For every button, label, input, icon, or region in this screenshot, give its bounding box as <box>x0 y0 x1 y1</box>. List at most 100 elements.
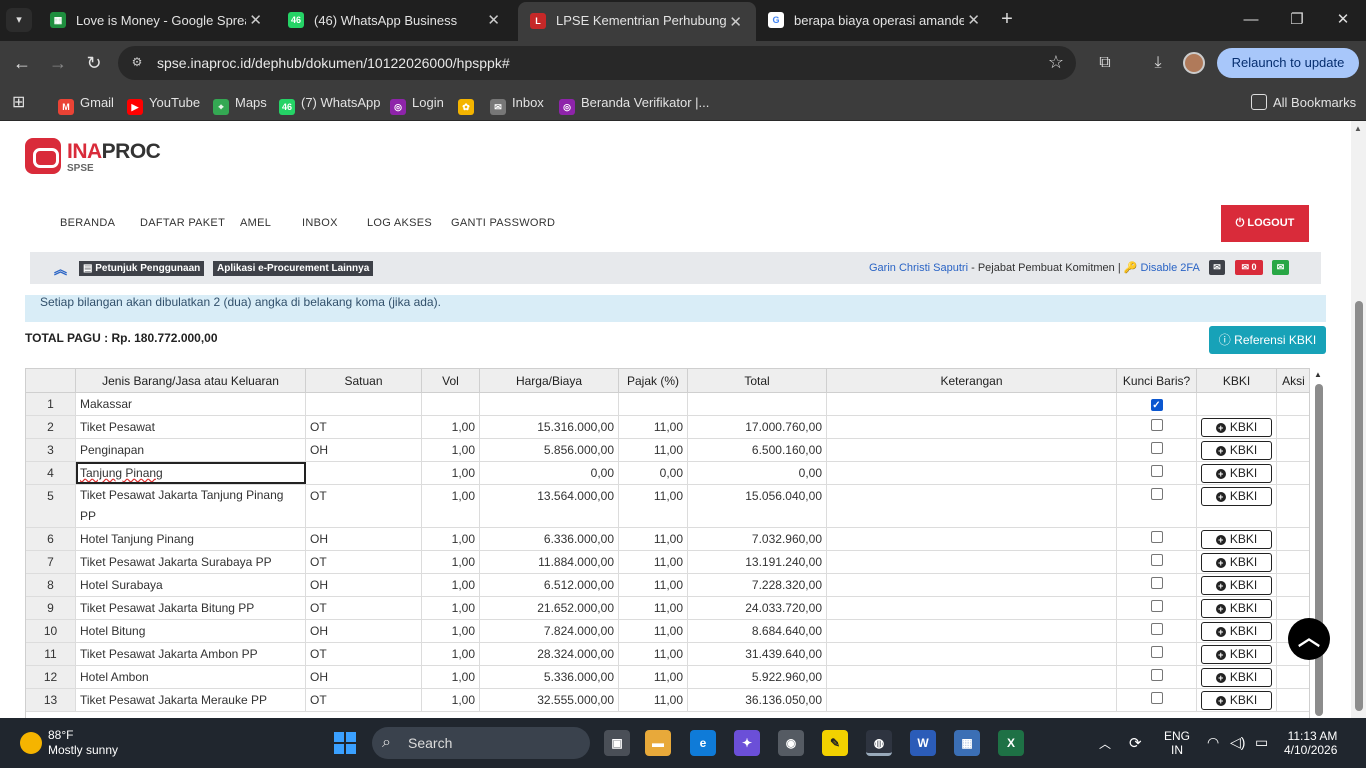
kbki-cell[interactable]: + KBKI <box>1197 551 1277 573</box>
kbki-cell[interactable]: + KBKI <box>1197 643 1277 665</box>
browser-tab[interactable]: Gberapa biaya operasi amandel - ✕ <box>756 0 994 41</box>
satuan-cell[interactable]: OH <box>306 528 422 550</box>
new-tab-button[interactable]: + <box>996 8 1018 32</box>
kbki-button[interactable]: + KBKI <box>1201 645 1272 664</box>
kbki-button[interactable]: + KBKI <box>1201 487 1272 506</box>
lock-row-checkbox[interactable] <box>1150 465 1163 477</box>
total-cell[interactable]: 17.000.760,00 <box>688 416 827 438</box>
table-row[interactable]: 1 Makassar ✓ <box>26 393 1309 416</box>
aksi-cell[interactable] <box>1277 439 1309 461</box>
browser-tab[interactable]: L LPSE Kementrian Perhubungan ✕ <box>518 2 756 41</box>
satuan-cell[interactable]: OH <box>306 620 422 642</box>
kbki-button[interactable]: + KBKI <box>1201 418 1272 437</box>
aksi-cell[interactable] <box>1277 416 1309 438</box>
grid-scrollbar[interactable]: ▲ <box>1313 368 1325 718</box>
total-cell[interactable] <box>688 393 827 415</box>
pajak-cell[interactable]: 11,00 <box>619 485 688 527</box>
camera-icon[interactable]: ◉ <box>778 730 804 756</box>
bookmark-item[interactable]: M Gmail <box>58 93 114 115</box>
restore-icon[interactable]: ❐ <box>1282 8 1312 32</box>
lock-row-checkbox[interactable] <box>1150 442 1163 454</box>
tray-expand-icon[interactable]: ︿ <box>1099 735 1111 752</box>
page-scrollbar[interactable]: ▲ <box>1351 121 1366 718</box>
kbki-cell[interactable]: + KBKI <box>1197 528 1277 550</box>
calculator-icon[interactable]: ▦ <box>954 730 980 756</box>
pajak-cell[interactable]: 11,00 <box>619 597 688 619</box>
harga-cell[interactable]: 7.824.000,00 <box>480 620 619 642</box>
pajak-cell[interactable]: 11,00 <box>619 620 688 642</box>
total-cell[interactable]: 7.032.960,00 <box>688 528 827 550</box>
aksi-cell[interactable] <box>1277 574 1309 596</box>
tab-close-icon[interactable]: ✕ <box>487 11 500 29</box>
copilot-icon[interactable]: ✦ <box>734 730 760 756</box>
pajak-cell[interactable]: 11,00 <box>619 551 688 573</box>
lock-row-checkbox[interactable] <box>1150 531 1163 543</box>
item-cell[interactable]: Tiket Pesawat Jakarta Bitung PP <box>76 597 306 619</box>
tab-search-menu-icon[interactable]: ▾ <box>6 8 32 32</box>
vol-cell[interactable]: 1,00 <box>422 551 480 573</box>
satuan-cell[interactable] <box>306 393 422 415</box>
kbki-cell[interactable]: + KBKI <box>1197 620 1277 642</box>
aksi-cell[interactable] <box>1277 393 1309 415</box>
sticky-notes-icon[interactable]: ✎ <box>822 730 848 756</box>
total-cell[interactable]: 36.136.050,00 <box>688 689 827 711</box>
kbki-cell[interactable]: + KBKI <box>1197 574 1277 596</box>
column-header[interactable]: Total <box>688 369 827 393</box>
total-cell[interactable]: 0,00 <box>688 462 827 484</box>
item-cell[interactable]: Tiket Pesawat <box>76 416 306 438</box>
vol-cell[interactable]: 1,00 <box>422 689 480 711</box>
vol-cell[interactable]: 1,00 <box>422 439 480 461</box>
column-header[interactable]: Keterangan <box>827 369 1117 393</box>
table-row[interactable]: 6 Hotel Tanjung Pinang OH 1,00 6.336.000,00 1… <box>26 528 1309 551</box>
harga-cell[interactable]: 0,00 <box>480 462 619 484</box>
kbki-button[interactable]: + KBKI <box>1201 622 1272 641</box>
kbki-cell[interactable]: + KBKI <box>1197 666 1277 688</box>
excel-icon[interactable]: X <box>998 730 1024 756</box>
kunci-baris-cell[interactable] <box>1117 528 1197 550</box>
harga-cell[interactable]: 5.856.000,00 <box>480 439 619 461</box>
vol-cell[interactable]: 1,00 <box>422 620 480 642</box>
pajak-cell[interactable]: 11,00 <box>619 689 688 711</box>
scroll-to-top-button[interactable]: ︿ <box>1288 618 1330 660</box>
kbki-cell[interactable]: + KBKI <box>1197 689 1277 711</box>
kunci-baris-cell[interactable] <box>1117 643 1197 665</box>
page-scroll-thumb[interactable] <box>1355 301 1363 711</box>
profile-avatar[interactable] <box>1183 52 1205 74</box>
vol-cell[interactable]: 1,00 <box>422 666 480 688</box>
satuan-cell[interactable] <box>306 462 422 484</box>
satuan-cell[interactable]: OT <box>306 689 422 711</box>
kunci-baris-cell[interactable] <box>1117 485 1197 527</box>
column-header[interactable]: Kunci Baris? <box>1117 369 1197 393</box>
edge-icon[interactable]: e <box>690 730 716 756</box>
aksi-cell[interactable] <box>1277 462 1309 484</box>
pajak-cell[interactable]: 11,00 <box>619 666 688 688</box>
extensions-icon[interactable]: ⧉ <box>1093 51 1117 75</box>
item-cell[interactable]: Makassar <box>76 393 306 415</box>
back-button[interactable]: ← <box>10 51 34 75</box>
lock-row-checkbox[interactable] <box>1150 419 1163 431</box>
table-row[interactable]: 12 Hotel Ambon OH 1,00 5.336.000,00 11,00 5.92… <box>26 666 1309 689</box>
bookmark-item[interactable]: ✉ Inbox <box>490 93 544 115</box>
item-cell[interactable]: Tiket Pesawat Jakarta Ambon PP <box>76 643 306 665</box>
satuan-cell[interactable]: OT <box>306 551 422 573</box>
item-cell[interactable]: Tiket Pesawat Jakarta Merauke PP <box>76 689 306 711</box>
total-cell[interactable]: 8.684.640,00 <box>688 620 827 642</box>
kbki-cell[interactable] <box>1197 393 1277 415</box>
aksi-cell[interactable] <box>1277 485 1309 527</box>
kunci-baris-cell[interactable] <box>1117 416 1197 438</box>
aksi-cell[interactable] <box>1277 666 1309 688</box>
item-cell[interactable]: Hotel Bitung <box>76 620 306 642</box>
keterangan-cell[interactable] <box>827 462 1117 484</box>
file-explorer-icon[interactable]: ▬ <box>645 730 671 756</box>
satuan-cell[interactable]: OT <box>306 597 422 619</box>
nav-beranda[interactable]: BERANDA <box>60 217 115 229</box>
kunci-baris-cell[interactable] <box>1117 666 1197 688</box>
satuan-cell[interactable]: OT <box>306 416 422 438</box>
keterangan-cell[interactable] <box>827 643 1117 665</box>
kbki-cell[interactable]: + KBKI <box>1197 416 1277 438</box>
nav-amel[interactable]: AMEL <box>240 217 271 229</box>
keterangan-cell[interactable] <box>827 574 1117 596</box>
harga-cell[interactable]: 15.316.000,00 <box>480 416 619 438</box>
lock-row-checkbox[interactable] <box>1150 669 1163 681</box>
kunci-baris-cell[interactable] <box>1117 597 1197 619</box>
